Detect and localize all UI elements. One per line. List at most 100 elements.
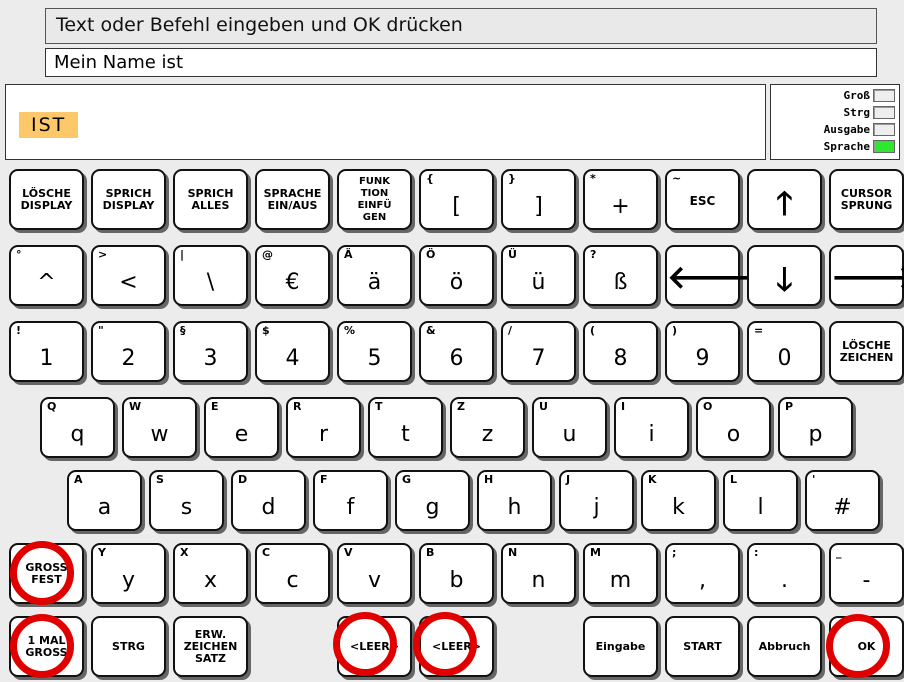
letter-key[interactable]: Ff [313,470,388,531]
digit-key[interactable]: (8 [583,321,658,382]
letter-key[interactable]: Qq [40,397,115,458]
ue-key[interactable]: Üü [501,245,576,306]
letter-key[interactable]: Ee [204,397,279,458]
letter-key[interactable]: Vv [337,543,412,604]
esc-key[interactable]: ~ ESC [665,169,740,230]
letter-key[interactable]: Hh [477,470,552,531]
letter-key-shift-label: A [74,473,83,486]
eingabe-key[interactable]: Eingabe [583,616,658,677]
arrow-up-key[interactable]: 🡑 [747,169,822,230]
ae-key[interactable]: Ää [337,245,412,306]
letter-key[interactable]: Ss [149,470,224,531]
digit-key-shift-label: % [344,324,356,337]
caret-key-shift-label: ° [16,248,22,261]
letter-key[interactable]: Zz [450,397,525,458]
letter-key-label: - [862,568,871,593]
letter-key[interactable]: Ww [122,397,197,458]
letter-key[interactable]: ' # [805,470,880,531]
caret-key[interactable]: ° ^ [9,245,84,306]
loesche-zeichen-key[interactable]: LÖSCHE ZEICHEN [829,321,904,382]
digit-key[interactable]: /7 [501,321,576,382]
arrow-down-icon: 🡓 [776,260,793,298]
digit-key[interactable]: § 3 [173,321,248,382]
letter-key[interactable]: Uu [532,397,607,458]
arrow-down-key[interactable]: 🡓 [747,245,822,306]
digit-key[interactable]: & 6 [419,321,494,382]
letter-key[interactable]: Rr [286,397,361,458]
letter-key-shift-label: W [129,400,142,413]
letter-key[interactable]: ;, [665,543,740,604]
backslash-key-label: \ [206,270,215,295]
letter-key[interactable]: Pp [778,397,853,458]
letter-key-label: i [648,422,655,447]
sprich-alles-key[interactable]: SPRICH ALLES [173,169,248,230]
letter-key[interactable]: Tt [368,397,443,458]
digit-key-shift-label: $ [262,324,270,337]
less-than-key[interactable]: > < [91,245,166,306]
status-gross: Groß [775,87,895,104]
letter-key[interactable]: Nn [501,543,576,604]
arrow-left-icon: 🡐 [667,258,753,296]
text-input-line[interactable]: Mein Name ist [45,48,877,77]
arrow-right-key[interactable]: 🡒 [829,245,904,306]
digit-key[interactable]: ! 1 [9,321,84,382]
sprich-display-key[interactable]: SPRICH DISPLAY [91,169,166,230]
cursor-sprung-key[interactable]: CURSOR SPRUNG [829,169,904,230]
oe-key-shift-label: Ö [426,248,436,261]
letter-key[interactable]: _ - [829,543,904,604]
backslash-key[interactable]: | \ [173,245,248,306]
letter-key[interactable]: Xx [173,543,248,604]
erw-zeichensatz-key[interactable]: ERW. ZEICHEN SATZ [173,616,248,677]
sprich-alles-key-label: SPRICH ALLES [187,186,234,212]
letter-key[interactable]: Aa [67,470,142,531]
digit-key-label: 9 [695,346,710,371]
letter-key[interactable]: Oo [696,397,771,458]
plus-key[interactable]: * + [583,169,658,230]
strg-key[interactable]: STRG [91,616,166,677]
digit-key[interactable]: = 0 [747,321,822,382]
letter-key-shift-label: Q [47,400,57,413]
letter-key[interactable]: Bb [419,543,494,604]
letter-key[interactable]: Gg [395,470,470,531]
digit-key[interactable]: " 2 [91,321,166,382]
letter-key[interactable]: Cc [255,543,330,604]
funktion-einfuegen-key[interactable]: FUNK TION EINFÜ GEN [337,169,412,230]
space-key-right[interactable]: <LEER> [419,616,494,677]
gross-fest-key[interactable]: GROSS FEST [9,543,84,604]
letter-key[interactable]: Mm [583,543,658,604]
bracket-close-key[interactable]: }] [501,169,576,230]
digit-key[interactable]: ) 9 [665,321,740,382]
letter-key-shift-label: F [320,473,328,486]
loesche-display-key[interactable]: LÖSCHE DISPLAY [9,169,84,230]
letter-key[interactable]: Kk [641,470,716,531]
sprache-einaus-key-label: SPRACHE EIN/AUS [263,186,322,212]
ae-key-label: ä [367,270,382,295]
status-sprache: Sprache [775,138,895,155]
letter-key[interactable]: Yy [91,543,166,604]
letter-key[interactable]: Jj [559,470,634,531]
status-indicator [873,89,895,102]
space-key-left[interactable]: <LEER> [337,616,412,677]
bracket-open-key[interactable]: {[ [419,169,494,230]
bracket-close-key-label: ] [534,194,543,219]
sz-key[interactable]: ? ß [583,245,658,306]
oe-key[interactable]: Öö [419,245,494,306]
letter-key[interactable]: Dd [231,470,306,531]
start-key[interactable]: START [665,616,740,677]
letter-key-label: l [757,495,764,520]
abbruch-key[interactable]: Abbruch [747,616,822,677]
letter-key-label: . [781,568,788,593]
letter-key[interactable]: Ii [614,397,689,458]
letter-key[interactable]: :. [747,543,822,604]
digit-key[interactable]: $4 [255,321,330,382]
letter-key[interactable]: Ll [723,470,798,531]
status-label: Groß [843,89,871,102]
status-label: Ausgabe [823,123,870,136]
sprache-einaus-key[interactable]: SPRACHE EIN/AUS [255,169,330,230]
digit-key[interactable]: % 5 [337,321,412,382]
ok-key[interactable]: OK [829,616,904,677]
digit-key-label: 8 [613,346,628,371]
einmal-gross-key[interactable]: 1 MAL GROSS [9,616,84,677]
euro-key[interactable]: @ € [255,245,330,306]
arrow-left-key[interactable]: 🡐 [665,245,753,306]
